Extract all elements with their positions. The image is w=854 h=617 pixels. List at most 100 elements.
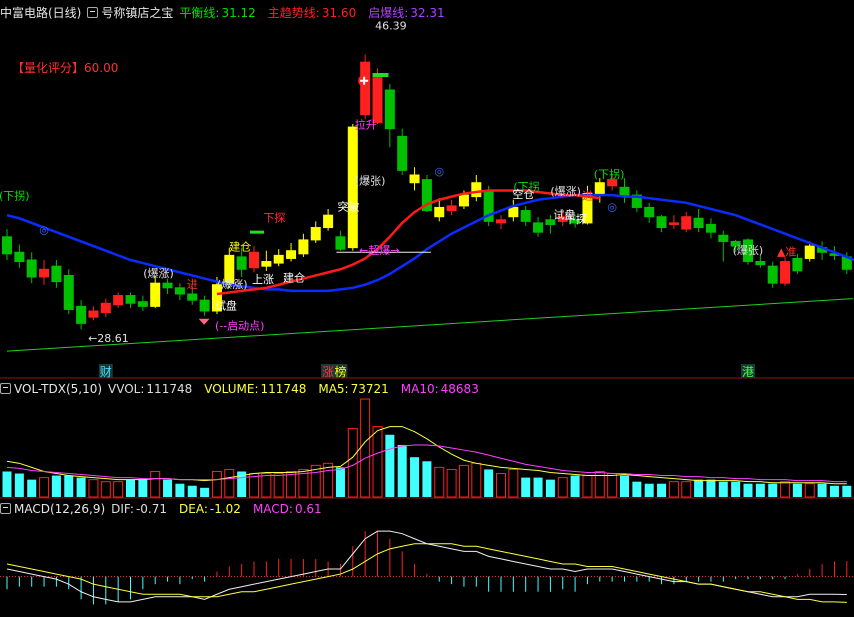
macd-item: DIF: -0.71 xyxy=(111,502,173,516)
candle-body xyxy=(51,265,62,283)
candle-body xyxy=(360,61,371,116)
candle-body xyxy=(63,274,74,310)
volume-bar xyxy=(286,470,297,498)
vol-settings-icon[interactable] xyxy=(0,383,11,394)
volume-bar xyxy=(632,481,642,497)
quant-score-label: 【量化评分】 xyxy=(12,61,85,75)
candle-body xyxy=(755,261,766,266)
indicator-settings-icon[interactable] xyxy=(87,7,99,18)
volume-bar xyxy=(64,475,74,497)
candle-body xyxy=(261,261,272,267)
macd-value: -0.71 xyxy=(135,502,167,516)
vol-label: MA10: xyxy=(400,382,439,396)
candle-body xyxy=(718,234,729,242)
chart-annotation: (爆张) xyxy=(733,243,764,257)
macd-dea-line xyxy=(6,543,847,603)
candle-body xyxy=(397,135,408,171)
candle-body xyxy=(26,259,37,278)
chart-annotation: 拉升 xyxy=(355,118,377,132)
volume-bar xyxy=(620,475,629,497)
chart-annotation: ←28.61 xyxy=(88,332,129,345)
candle-body xyxy=(496,219,506,224)
vol-value: 111748 xyxy=(260,382,307,396)
kline-chart[interactable]: (下拐)◎(爆涨)进 (爆涨)试盘(--启动点)建仓上涨下探建仓突破拉升(爆张)←… xyxy=(0,0,854,617)
candle-body xyxy=(446,205,457,212)
chart-annotation: 建仓 xyxy=(283,271,305,285)
volume-bar xyxy=(88,479,99,498)
volume-bar xyxy=(731,481,741,497)
chart-annotation: ◎ xyxy=(434,165,444,178)
candle-body xyxy=(780,261,791,284)
vol-item: MA10: 48683 xyxy=(401,382,485,396)
volume-bar xyxy=(187,485,197,497)
candle-body xyxy=(150,282,161,307)
chart-annotation: ▲准 xyxy=(777,245,796,258)
indicator-name[interactable]: 号称镇店之宝 xyxy=(101,6,173,20)
candle-body xyxy=(594,182,605,196)
candle-body xyxy=(88,310,99,318)
volume-bar xyxy=(261,473,272,498)
volume-bar xyxy=(780,481,791,498)
volume-bar xyxy=(175,483,185,497)
macd-label: DEA: xyxy=(179,502,208,516)
candle-body xyxy=(656,216,667,229)
volume-bar xyxy=(422,461,432,497)
chart-annotation: 上涨 xyxy=(252,273,274,286)
trend-line-item: 启爆线: 32.31 xyxy=(368,6,450,20)
volume-bar xyxy=(545,479,555,497)
chart-annotation: 进 xyxy=(187,278,198,291)
volume-bar xyxy=(755,483,765,497)
quant-score: 【量化评分】60.00 xyxy=(12,59,118,76)
volume-bar xyxy=(163,479,173,497)
long-ma-line xyxy=(6,298,853,352)
candle-body xyxy=(533,222,544,233)
candle-body xyxy=(693,217,704,229)
volume-bar xyxy=(39,477,50,498)
volume-bar xyxy=(792,483,802,497)
vol-header: VOL-TDX(5,10) VVOL: 111748 VOLUME: 111748 MA5… xyxy=(0,382,497,396)
volume-bar xyxy=(557,477,568,498)
volume-bar xyxy=(484,469,494,497)
candle-body xyxy=(137,301,148,307)
candle-body xyxy=(619,186,630,196)
candle-body xyxy=(668,222,679,225)
start-point-icon xyxy=(198,318,210,325)
volume-bar xyxy=(706,479,716,497)
candle-body xyxy=(372,77,383,123)
trend-line-item: 主趋势线: 31.60 xyxy=(268,6,362,20)
volume-bar xyxy=(582,475,593,498)
chart-annotation: ←超爆→ xyxy=(359,243,399,257)
candle-body xyxy=(174,287,185,295)
candle-body xyxy=(409,174,420,184)
vol-indicator-name[interactable]: VOL-TDX(5,10) xyxy=(14,382,102,396)
macd-label: DIF: xyxy=(111,502,134,516)
signal-bar xyxy=(372,73,389,77)
volume-bar xyxy=(533,477,543,497)
candle-body xyxy=(125,295,136,304)
chart-annotation: 进 xyxy=(582,190,593,203)
chart-annotation: 试盘 xyxy=(215,298,237,312)
volume-bar xyxy=(397,444,407,497)
trend-line-value: 31.60 xyxy=(321,6,357,20)
candle-body xyxy=(384,89,395,130)
chart-annotation: 下探 xyxy=(565,213,587,226)
macd-settings-icon[interactable] xyxy=(0,503,11,514)
event-tag: 财 xyxy=(100,365,112,379)
trend-line-label: 启爆线: xyxy=(368,6,409,20)
vol-value: 111748 xyxy=(146,382,193,396)
candle-body xyxy=(792,257,803,272)
volume-bar xyxy=(718,481,728,497)
chart-annotation: 46.39 xyxy=(375,20,407,33)
volume-bar xyxy=(2,471,12,497)
candle-body xyxy=(273,254,284,264)
volume-bar xyxy=(496,473,506,498)
vol-item: VOLUME: 111748 xyxy=(204,382,312,396)
stock-name[interactable]: 中富电路(日线) xyxy=(0,6,81,20)
volume-bar xyxy=(113,481,124,498)
chart-annotation: (下拐) xyxy=(594,167,625,181)
macd-indicator-name[interactable]: MACD(12,26,9) xyxy=(14,502,105,516)
chart-annotation: 突破 xyxy=(337,200,359,214)
volume-bar xyxy=(817,483,827,497)
volume-bar xyxy=(385,434,395,497)
volume-bar xyxy=(347,428,358,498)
